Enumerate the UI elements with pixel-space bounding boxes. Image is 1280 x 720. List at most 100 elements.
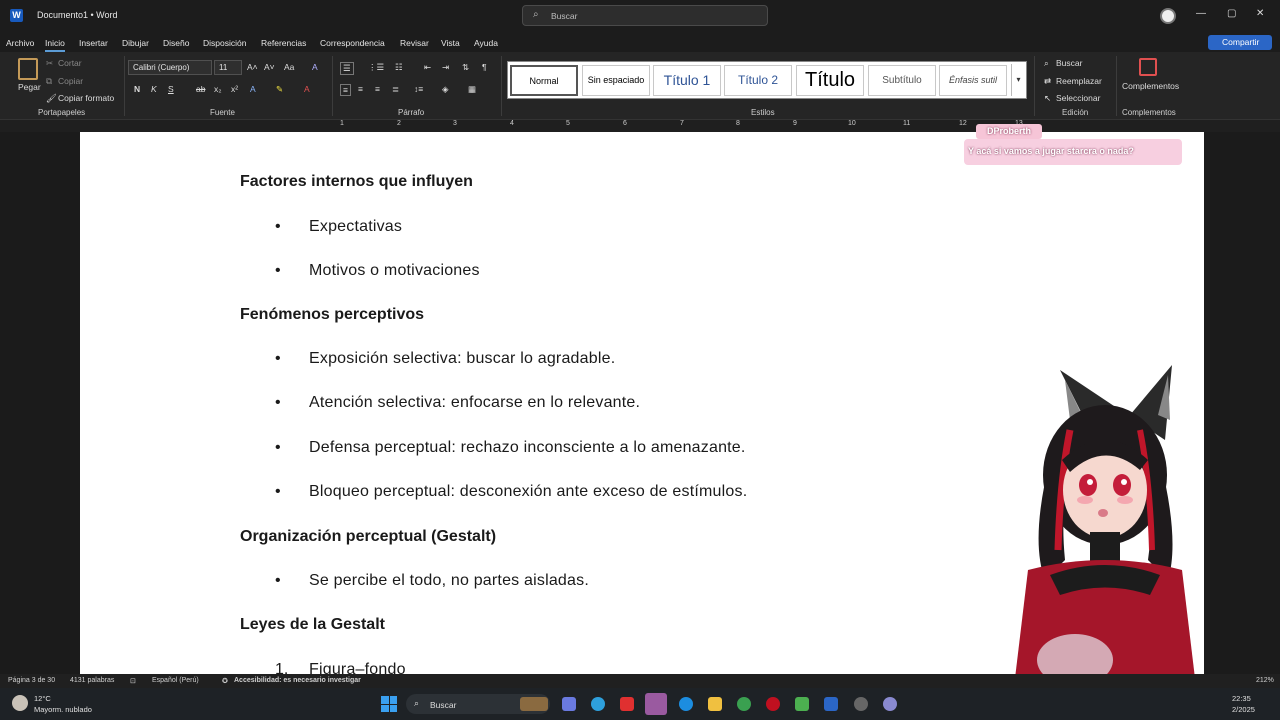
tab-ayuda[interactable]: Ayuda <box>474 38 498 48</box>
bullets-icon[interactable]: ☰ <box>340 62 354 75</box>
numbering-icon[interactable]: ⋮☰ <box>368 62 384 73</box>
align-center-icon[interactable]: ≡ <box>358 84 363 94</box>
taskbar <box>0 688 1280 720</box>
grow-font-icon[interactable]: A˄ <box>247 62 258 72</box>
style-enfasis-sutil[interactable]: Énfasis sutil <box>939 65 1007 96</box>
copy-button[interactable]: Copiar <box>58 76 83 86</box>
file-explorer-icon[interactable] <box>708 697 722 711</box>
tab-revisar[interactable]: Revisar <box>400 38 429 48</box>
tab-vista[interactable]: Vista <box>441 38 460 48</box>
windows-start-icon[interactable] <box>381 696 397 712</box>
tab-archivo[interactable]: Archivo <box>6 38 34 48</box>
cut-button[interactable]: Cortar <box>58 58 82 68</box>
paragraph-group-label: Párrafo <box>398 108 425 117</box>
page-count[interactable]: Página 3 de 30 <box>8 677 55 684</box>
paste-button[interactable]: Pegar <box>18 82 41 92</box>
divider <box>1034 56 1035 116</box>
edge-icon[interactable] <box>679 697 693 711</box>
proofing-icon[interactable]: ⊡ <box>130 677 136 685</box>
style-subtitulo[interactable]: Subtítulo <box>868 65 936 96</box>
minimize-icon[interactable]: — <box>1196 8 1206 19</box>
horizontal-ruler[interactable]: 1 2 3 4 5 6 7 8 9 10 11 12 13 <box>0 120 1280 132</box>
find-button[interactable]: Buscar <box>1056 58 1082 68</box>
title-search-box[interactable]: ⌕ Buscar <box>522 5 768 26</box>
select-button[interactable]: Seleccionar <box>1056 93 1100 103</box>
search-highlight-icon <box>520 697 548 711</box>
list-item: Atención selectiva: enfocarse en lo rele… <box>309 394 641 411</box>
tab-insertar[interactable]: Insertar <box>79 38 108 48</box>
clock-date[interactable]: 2/2025 <box>1232 705 1255 714</box>
tab-referencias[interactable]: Referencias <box>261 38 306 48</box>
chrome-icon[interactable] <box>737 697 751 711</box>
tab-inicio[interactable]: Inicio <box>45 38 65 52</box>
accessibility-icon: ✪ <box>222 678 228 685</box>
style-normal[interactable]: Normal <box>510 65 578 96</box>
strikethrough-icon[interactable]: ab <box>196 84 205 94</box>
share-button[interactable]: Compartir <box>1208 35 1272 50</box>
shrink-font-icon[interactable]: A˅ <box>264 62 275 72</box>
font-size-select[interactable]: 11 <box>214 60 242 75</box>
format-painter-button[interactable]: Copiar formato <box>58 93 114 103</box>
replace-icon: ⇄ <box>1044 76 1052 86</box>
accessibility-status[interactable]: Accesibilidad: es necesario investigar <box>234 677 361 684</box>
tab-disposicion[interactable]: Disposición <box>203 38 246 48</box>
borders-icon[interactable]: ▦ <box>468 84 476 95</box>
telegram-icon[interactable] <box>591 697 605 711</box>
styles-more-icon[interactable]: ▾ <box>1011 64 1025 96</box>
line-spacing-icon[interactable]: ↕≡ <box>414 84 423 94</box>
tab-diseno[interactable]: Diseño <box>163 38 189 48</box>
app-icon[interactable] <box>620 697 634 711</box>
italic-icon[interactable]: K <box>151 84 157 94</box>
heading-organizacion-perceptual: Organización perceptual (Gestalt) <box>240 528 497 545</box>
replace-button[interactable]: Reemplazar <box>1056 76 1102 86</box>
format-painter-icon: 🖌 <box>46 93 57 103</box>
style-titulo-1[interactable]: Título 1 <box>653 65 721 96</box>
account-avatar[interactable] <box>1160 8 1176 24</box>
decrease-indent-icon[interactable]: ⇤ <box>424 62 431 73</box>
app-icon[interactable] <box>795 697 809 711</box>
weather-desc[interactable]: Mayorm. nublado <box>34 705 92 714</box>
show-marks-icon[interactable]: ¶ <box>482 62 487 72</box>
tab-dibujar[interactable]: Dibujar <box>122 38 149 48</box>
align-right-icon[interactable]: ≡ <box>375 84 380 94</box>
opera-icon[interactable] <box>766 697 780 711</box>
clock-time[interactable]: 22:35 <box>1232 694 1251 703</box>
copy-icon: ⧉ <box>46 76 53 86</box>
font-name-select[interactable]: Calibri (Cuerpo) <box>128 60 212 75</box>
app-icon[interactable] <box>854 697 868 711</box>
text-effects-icon[interactable]: A <box>250 84 256 94</box>
word-taskbar-icon[interactable] <box>824 697 838 711</box>
align-left-icon[interactable]: ≡ <box>340 84 351 96</box>
close-icon[interactable]: ✕ <box>1256 8 1264 19</box>
style-titulo-2[interactable]: Título 2 <box>724 65 792 96</box>
style-sin-espaciado[interactable]: Sin espaciado <box>582 65 650 96</box>
superscript-icon[interactable]: x² <box>231 84 238 94</box>
multilevel-list-icon[interactable]: ☷ <box>395 62 403 73</box>
addins-button[interactable]: Complementos <box>1122 81 1179 91</box>
style-titulo[interactable]: Título <box>796 65 864 96</box>
sort-icon[interactable]: ⇅ <box>462 62 469 73</box>
paste-icon[interactable] <box>18 58 38 80</box>
maximize-icon[interactable]: ▢ <box>1227 8 1236 19</box>
app-icon-active[interactable] <box>645 693 667 715</box>
change-case-icon[interactable]: Aa <box>284 62 294 72</box>
underline-icon[interactable]: S <box>168 84 174 94</box>
highlight-icon[interactable]: ✎ <box>276 84 283 95</box>
weather-temp[interactable]: 12°C <box>34 694 51 703</box>
app-icon[interactable] <box>883 697 897 711</box>
list-item: Se percibe el todo, no partes aisladas. <box>309 572 589 589</box>
increase-indent-icon[interactable]: ⇥ <box>442 62 449 73</box>
copilot-icon[interactable] <box>562 697 576 711</box>
shading-icon[interactable]: ◈ <box>442 84 449 95</box>
divider <box>1116 56 1117 116</box>
clear-format-icon[interactable]: A <box>312 62 318 72</box>
addins-icon[interactable] <box>1139 58 1157 76</box>
justify-icon[interactable]: ≣ <box>392 84 399 95</box>
zoom-level[interactable]: 212% <box>1256 677 1274 684</box>
language-indicator[interactable]: Español (Perú) <box>152 677 199 684</box>
font-color-icon[interactable]: A <box>304 84 310 94</box>
tab-correspondencia[interactable]: Correspondencia <box>320 38 385 48</box>
subscript-icon[interactable]: x₂ <box>214 84 222 94</box>
word-count[interactable]: 4131 palabras <box>70 677 114 684</box>
bold-icon[interactable]: N <box>134 84 140 94</box>
